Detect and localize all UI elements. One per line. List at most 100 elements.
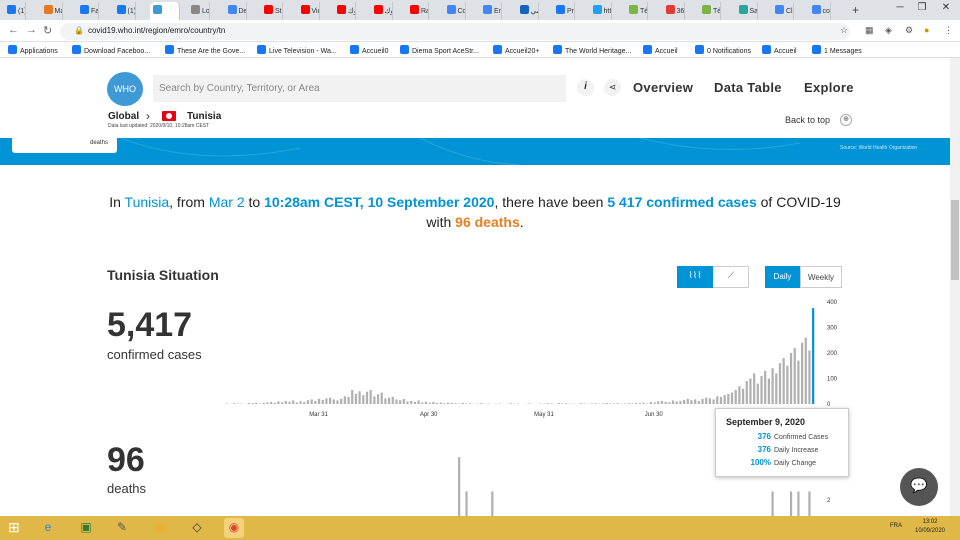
chart-bar[interactable]: [753, 373, 756, 404]
chart-bar[interactable]: [657, 401, 660, 404]
chart-bar[interactable]: [454, 403, 457, 404]
chart-bar[interactable]: [550, 403, 553, 404]
chart-bar[interactable]: [712, 399, 715, 404]
chart-bar[interactable]: [730, 392, 734, 404]
chart-bar[interactable]: [303, 401, 306, 404]
chart-bar[interactable]: [594, 403, 597, 404]
chart-bar[interactable]: [716, 396, 719, 404]
browser-tab[interactable]: Mai: [41, 2, 63, 20]
browser-tab[interactable]: Stre: [261, 2, 283, 20]
chart-bar[interactable]: [675, 401, 678, 404]
chart-bar[interactable]: [771, 491, 774, 516]
chart-bar[interactable]: [428, 402, 431, 404]
chart-bar[interactable]: [277, 401, 280, 404]
close-icon[interactable]: ✕: [936, 2, 956, 13]
bookmark-item[interactable]: These Are the Gove...: [165, 45, 245, 55]
chart-bar[interactable]: [255, 402, 258, 404]
linear-scale-icon[interactable]: ⌇⌇⌇: [677, 266, 713, 288]
browser-tab[interactable]: [150, 2, 180, 20]
browser-tab[interactable]: Face: [77, 2, 99, 20]
chart-bar[interactable]: [664, 401, 667, 404]
browser-tab[interactable]: Sav: [736, 2, 758, 20]
chart-bar[interactable]: [458, 457, 461, 516]
browser-tab[interactable]: (1) I: [114, 2, 136, 20]
chart-bar[interactable]: [240, 403, 243, 404]
chart-bar[interactable]: [517, 403, 520, 404]
chart-bar[interactable]: [432, 401, 435, 404]
menu-icon[interactable]: ⋮: [944, 25, 953, 36]
chart-bar[interactable]: [760, 375, 763, 404]
chart-bar[interactable]: [288, 401, 291, 404]
chart-bar[interactable]: [583, 403, 586, 404]
chart-bar[interactable]: [671, 400, 675, 404]
share-icon[interactable]: ⋖: [604, 79, 621, 96]
bookmark-item[interactable]: 0 Notifications: [695, 45, 751, 55]
who-logo-icon[interactable]: WHO: [107, 72, 143, 106]
bookmark-item[interactable]: 1 Messages: [812, 45, 862, 55]
chat-icon[interactable]: 💬: [900, 468, 938, 506]
restore-icon[interactable]: ❐: [912, 2, 932, 13]
chart-bar[interactable]: [789, 491, 793, 516]
chart-bar[interactable]: [793, 347, 796, 404]
chrome-icon[interactable]: ◉: [224, 518, 244, 538]
chart-bar[interactable]: [292, 400, 295, 404]
chart-bar[interactable]: [258, 403, 262, 404]
file-explorer-icon[interactable]: ▤: [150, 518, 170, 538]
page-scrollbar[interactable]: [950, 58, 960, 516]
chart-bar[interactable]: [679, 400, 682, 404]
chart-bar[interactable]: [317, 398, 321, 404]
chart-bar[interactable]: [812, 308, 815, 404]
browser-tab[interactable]: Vidé: [298, 2, 320, 20]
scrollbar-thumb[interactable]: [951, 200, 959, 280]
chart-bar[interactable]: [251, 403, 254, 404]
chart-bar[interactable]: [572, 403, 575, 404]
browser-tab[interactable]: مي: [517, 2, 539, 20]
chart-bar[interactable]: [627, 403, 630, 404]
chart-bar[interactable]: [413, 401, 417, 404]
browser-tab[interactable]: Radi: [407, 2, 429, 20]
chart-bar[interactable]: [616, 403, 619, 404]
back-arrow-icon[interactable]: ←: [8, 24, 19, 36]
ie-icon[interactable]: e: [38, 518, 58, 538]
chart-bar[interactable]: [399, 400, 402, 404]
chart-bar[interactable]: [410, 400, 413, 404]
chart-bar[interactable]: [631, 403, 634, 404]
chart-bar[interactable]: [321, 399, 324, 404]
search-input[interactable]: Search by Country, Territory, or Area: [153, 75, 566, 102]
chart-bar[interactable]: [800, 342, 804, 404]
chart-bar[interactable]: [406, 401, 409, 404]
address-bar[interactable]: 🔒 covid19.who.int/region/emro/country/tn: [60, 23, 850, 40]
chart-bar[interactable]: [343, 396, 346, 404]
chart-bar[interactable]: [351, 389, 354, 404]
chart-bar[interactable]: [528, 403, 531, 404]
chart-bar[interactable]: [701, 398, 704, 404]
bookmark-item[interactable]: Diema Sport AceStr...: [400, 45, 479, 55]
bookmark-item[interactable]: Applications: [8, 45, 58, 55]
chart-bar[interactable]: [745, 381, 748, 404]
chart-bar[interactable]: [509, 403, 512, 404]
chart-bar[interactable]: [756, 383, 759, 404]
bookmark-item[interactable]: Accueil: [643, 45, 678, 55]
chart-bar[interactable]: [694, 399, 697, 404]
chart-bar[interactable]: [789, 353, 793, 404]
chart-bar[interactable]: [767, 378, 771, 405]
chart-bar[interactable]: [561, 403, 564, 404]
chart-bar[interactable]: [480, 403, 483, 404]
chart-bar[interactable]: [233, 403, 236, 404]
browser-tab[interactable]: Emi: [480, 2, 502, 20]
chart-bar[interactable]: [417, 400, 420, 404]
chart-bar[interactable]: [771, 368, 774, 404]
chart-bar[interactable]: [369, 389, 372, 404]
reload-icon[interactable]: ↻: [43, 24, 52, 37]
chart-bar[interactable]: [354, 393, 358, 404]
info-icon[interactable]: i: [577, 79, 594, 96]
new-tab-button[interactable]: +: [852, 3, 859, 17]
chart-bar[interactable]: [612, 403, 616, 404]
chart-bar[interactable]: [402, 398, 405, 404]
extension-icon[interactable]: ▦: [865, 25, 874, 36]
chart-bar[interactable]: [498, 403, 501, 404]
chart-bar[interactable]: [421, 402, 424, 404]
chart-bar[interactable]: [262, 402, 265, 404]
chart-bar[interactable]: [446, 402, 450, 404]
log-scale-icon[interactable]: ⟋: [713, 266, 749, 288]
